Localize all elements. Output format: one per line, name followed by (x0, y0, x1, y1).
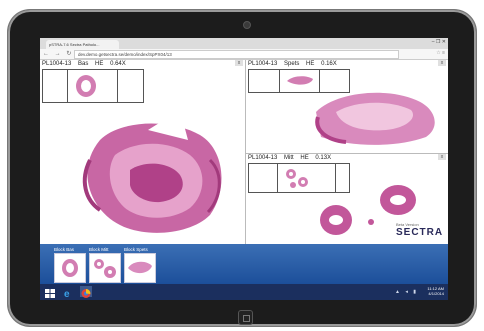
stain-name: HE (300, 155, 309, 161)
thumbnail-image (89, 253, 121, 283)
taskbar-clock[interactable]: 11:12 AM 4/1/2014 (427, 286, 444, 296)
slide-thumbnail-strip: Block Bas Block Mitt Block Spets (40, 244, 448, 284)
stain-name: HE (95, 61, 104, 67)
stain-name: HE (306, 61, 315, 67)
thumbnail-block-spets[interactable]: Block Spets (124, 247, 156, 283)
tissue-section-bas (82, 110, 222, 233)
tablet-photo: pSTRA-7.6 Sectra Patholo... – ❐ ✕ ← → ↻ … (0, 0, 484, 331)
address-bar: ← → ↻ dev.demo.getsectra.se/demo/index/S… (40, 49, 448, 60)
thumbnail-image (124, 253, 156, 283)
block-name: Mitt (284, 155, 294, 161)
thumbnail-label: Block Mitt (89, 247, 109, 252)
url-field[interactable]: dev.demo.getsectra.se/demo/index/SpPX04/… (74, 50, 399, 59)
thumbnail-image (54, 253, 86, 283)
system-tray[interactable]: ▲ ◂ ▮ (395, 289, 418, 295)
home-button-icon[interactable] (238, 310, 253, 325)
zoom-level: 0.64X (110, 61, 126, 67)
pane-header: PL1004-13 Spets HE 0.16X (248, 61, 342, 67)
brand-name: SECTRA (396, 227, 444, 238)
viewer-pane-spets[interactable]: PL1004-13 Spets HE 0.16X x (246, 60, 448, 154)
overview-cell (43, 70, 68, 102)
thumbnail-block-bas[interactable]: Block Bas (54, 247, 86, 283)
viewer-pane-mitt[interactable]: PL1004-13 Mitt HE 0.13X Beta Version SEC… (246, 154, 448, 244)
viewer-pane-bas[interactable]: PL1004-13 Bas HE 0.64X x (40, 60, 246, 244)
thumbnail-block-mitt[interactable]: Block Mitt (89, 247, 121, 283)
close-icon[interactable]: x (438, 154, 446, 160)
zoom-level: 0.13X (315, 155, 332, 161)
zoom-level: 0.16X (321, 61, 337, 67)
case-id: PL1004-13 (248, 155, 278, 161)
browser-tab[interactable]: pSTRA-7.6 Sectra Patholo... (46, 40, 119, 49)
ie-icon[interactable]: e (62, 286, 74, 300)
thumbnail-label: Block Bas (54, 247, 75, 252)
thumbnail-label: Block Spets (124, 247, 148, 252)
windows-start-icon[interactable] (44, 286, 56, 298)
close-icon[interactable]: x (235, 60, 243, 66)
tissue-section-spets (315, 92, 435, 145)
browser-tools[interactable]: ☆ ≡ (436, 50, 445, 56)
block-name: Spets (284, 61, 300, 67)
overview-tissue (76, 75, 96, 97)
clock-date: 4/1/2014 (428, 291, 444, 296)
block-name: Bas (78, 61, 89, 67)
chrome-icon[interactable] (80, 286, 92, 298)
overview-map[interactable] (42, 69, 144, 103)
case-id: PL1004-13 (248, 61, 278, 67)
nav-buttons[interactable]: ← → ↻ (43, 50, 73, 57)
svg-text:e: e (64, 289, 70, 299)
close-icon[interactable]: x (438, 60, 446, 66)
window-controls[interactable]: – ❐ ✕ (432, 39, 446, 45)
pane-header: PL1004-13 Mitt HE 0.13X (248, 155, 336, 161)
tablet-screen: pSTRA-7.6 Sectra Patholo... – ❐ ✕ ← → ↻ … (40, 38, 448, 300)
slide-viewer: PL1004-13 Bas HE 0.64X x PL1004-13 Spets… (40, 60, 448, 244)
overview-cell (249, 164, 278, 192)
sectra-logo: Beta Version SECTRA (396, 222, 443, 238)
case-id: PL1004-13 (42, 61, 72, 67)
overview-cell (249, 70, 280, 92)
windows-taskbar: e ▲ ◂ ▮ 11:12 AM 4/1/2014 (40, 284, 448, 300)
pane-header: PL1004-13 Bas HE 0.64X (42, 61, 131, 67)
browser-tab-bar: pSTRA-7.6 Sectra Patholo... – ❐ ✕ (40, 38, 448, 49)
camera-icon (243, 21, 251, 29)
